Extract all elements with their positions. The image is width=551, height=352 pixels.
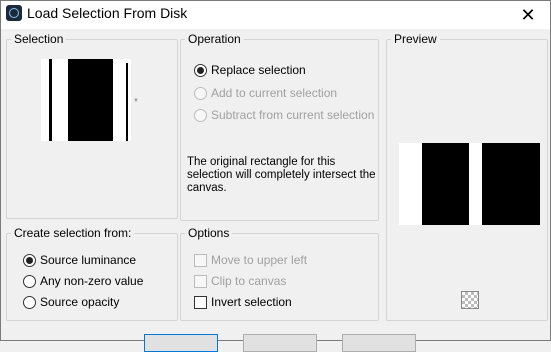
cancel-button[interactable] xyxy=(243,334,317,352)
dialog-window: Load Selection From Disk ✕ Selection ▼ O… xyxy=(0,0,551,352)
selection-thumbnail-bar-left xyxy=(49,59,52,141)
ok-button[interactable] xyxy=(144,334,218,352)
selection-group-label: Selection xyxy=(11,32,67,46)
radio-replace-selection-indicator[interactable] xyxy=(194,63,207,77)
radio-source-opacity[interactable]: Source opacity xyxy=(23,295,119,309)
preview-group-label: Preview xyxy=(391,32,440,46)
help-button[interactable] xyxy=(342,334,416,352)
radio-subtract-selection-label: Subtract from current selection xyxy=(211,108,375,122)
checkbox-invert-selection[interactable]: Invert selection xyxy=(194,295,292,309)
selection-thumbnail-block xyxy=(68,59,113,141)
radio-source-luminance-indicator[interactable] xyxy=(23,253,36,267)
checkbox-move-upper-left-label: Move to upper left xyxy=(211,253,308,267)
radio-source-opacity-label: Source opacity xyxy=(40,295,120,309)
radio-source-luminance-label: Source luminance xyxy=(40,253,137,267)
dropdown-arrow-icon[interactable]: ▼ xyxy=(133,98,139,104)
radio-add-selection[interactable]: Add to current selection xyxy=(194,86,337,100)
options-group-label: Options xyxy=(185,226,233,240)
radio-replace-selection[interactable]: Replace selection xyxy=(194,63,306,77)
preview-image xyxy=(399,143,540,225)
preview-block-right xyxy=(482,143,540,225)
radio-replace-selection-label: Replace selection xyxy=(211,63,306,77)
checkbox-clip-to-canvas-box[interactable] xyxy=(194,274,207,288)
checkbox-move-upper-left-box[interactable] xyxy=(194,253,207,267)
selection-thumbnail[interactable] xyxy=(41,59,131,141)
radio-any-nonzero-label: Any non-zero value xyxy=(40,274,144,288)
operation-group-label: Operation xyxy=(185,32,244,46)
preview-block-left xyxy=(422,143,469,225)
radio-add-selection-label: Add to current selection xyxy=(211,86,338,100)
radio-add-selection-indicator[interactable] xyxy=(194,86,207,100)
title-bar[interactable]: Load Selection From Disk ✕ xyxy=(1,1,550,29)
selection-thumbnail-bar-right xyxy=(126,63,128,141)
radio-any-nonzero[interactable]: Any non-zero value xyxy=(23,274,143,288)
create-selection-group-label: Create selection from: xyxy=(11,226,135,240)
checkbox-invert-selection-box[interactable] xyxy=(194,295,207,309)
radio-source-luminance[interactable]: Source luminance xyxy=(23,253,136,267)
radio-any-nonzero-indicator[interactable] xyxy=(23,274,36,288)
checkerboard-icon[interactable] xyxy=(461,291,479,309)
window-title: Load Selection From Disk xyxy=(27,5,188,21)
checkbox-move-upper-left[interactable]: Move to upper left xyxy=(194,253,307,267)
radio-source-opacity-indicator[interactable] xyxy=(23,295,36,309)
close-button[interactable]: ✕ xyxy=(506,1,550,29)
checkbox-clip-to-canvas[interactable]: Clip to canvas xyxy=(194,274,286,288)
checkbox-clip-to-canvas-label: Clip to canvas xyxy=(211,274,287,288)
app-icon xyxy=(6,5,22,21)
radio-subtract-selection-indicator[interactable] xyxy=(194,108,207,122)
radio-subtract-selection[interactable]: Subtract from current selection xyxy=(194,108,374,122)
operation-description: The original rectangle for this selectio… xyxy=(187,156,376,194)
checkbox-invert-selection-label: Invert selection xyxy=(211,295,292,309)
